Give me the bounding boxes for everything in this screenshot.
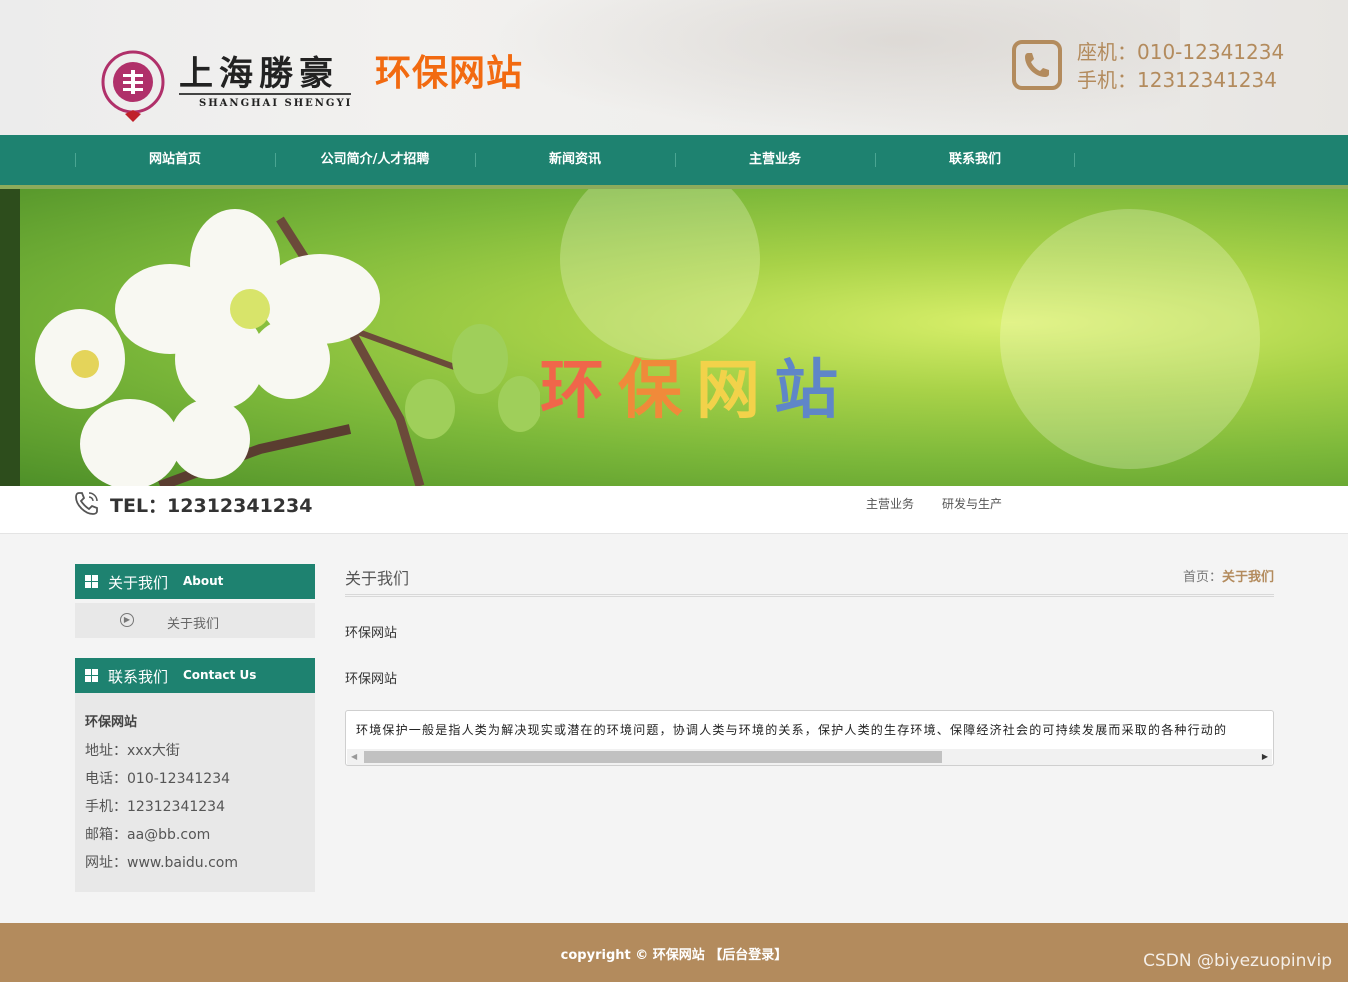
logo-english-text: SHANGHAI SHENGYI — [199, 98, 353, 109]
breadcrumb: 首页：关于我们 — [1183, 566, 1274, 585]
nav-item-contact[interactable]: 联系我们 — [875, 135, 1075, 185]
site-footer: copyright © 环保网站 【后台登录】 CSDN @biyezuopin… — [0, 923, 1348, 982]
page-title: 关于我们 — [345, 569, 410, 588]
logo-script-text: 上海勝豪 — [179, 54, 339, 94]
company-logo[interactable]: 上海勝豪 SHANGHAI SHENGYI — [95, 44, 355, 124]
banner-char: 站 — [774, 354, 852, 428]
phone-icon — [1012, 40, 1062, 90]
nav-item-home[interactable]: 网站首页 — [75, 135, 275, 185]
contact-email: 邮箱：aa@bb.com — [85, 827, 211, 843]
breadcrumb-current: 关于我们 — [1221, 570, 1274, 585]
scroll-left-icon[interactable]: ◀ — [351, 752, 357, 761]
header-background — [480, 0, 1180, 135]
hero-banner: 环保网站 — [0, 189, 1348, 486]
bokeh-light — [1000, 209, 1260, 469]
title-divider — [345, 594, 1274, 597]
nav-item-business[interactable]: 主营业务 — [675, 135, 875, 185]
sidebar-about-title: 关于我们 — [108, 574, 169, 592]
nav-item-news[interactable]: 新闻资讯 — [475, 135, 675, 185]
breadcrumb-home[interactable]: 首页： — [1183, 570, 1222, 585]
logo-seal-icon — [101, 50, 165, 122]
logo-divider — [179, 93, 351, 95]
sidebar-contact-box: 环保网站 地址：xxx大街 电话：010-12341234 手机：1231234… — [75, 693, 315, 892]
grid-icon — [85, 575, 98, 588]
sub-link-business[interactable]: 主营业务 — [866, 497, 914, 511]
content-paragraph: 环保网站 — [345, 626, 398, 641]
infobar-sub-links: 主营业务 研发与生产 — [866, 495, 1030, 512]
scrollable-text-box[interactable]: 环境保护一般是指人类为解决现实或潜在的环境问题，协调人类与环境的关系，保护人类的… — [345, 710, 1274, 766]
circle-arrow-icon: ▶ — [120, 613, 134, 627]
contact-phone: 电话：010-12341234 — [85, 771, 231, 787]
banner-char: 环 — [540, 354, 618, 428]
sidebar-item-label: 关于我们 — [167, 617, 220, 632]
scroll-right-icon[interactable]: ▶ — [1262, 752, 1268, 761]
horizontal-scrollbar[interactable]: ◀ ▶ — [347, 749, 1272, 765]
sub-link-rnd[interactable]: 研发与生产 — [942, 497, 1002, 511]
bokeh-light — [560, 189, 760, 359]
header-landline: 座机：010-12341234 — [1077, 40, 1285, 64]
nav-item-about-careers[interactable]: 公司简介/人才招聘 — [275, 135, 475, 185]
telephone-icon — [75, 492, 98, 515]
infobar-tel: TEL：12312341234 — [110, 495, 313, 517]
content-paragraph: 环保网站 — [345, 672, 398, 687]
blossom-flowers-image — [35, 209, 540, 486]
contact-mobile: 手机：12312341234 — [85, 799, 225, 815]
contact-website: 网址：www.baidu.com — [85, 855, 238, 871]
sidebar-about-header: 关于我们 About — [75, 564, 315, 599]
scroll-text: 环境保护一般是指人类为解决现实或潜在的环境问题，协调人类与环境的关系，保护人类的… — [356, 723, 1228, 737]
watermark: CSDN @biyezuopinvip — [1143, 951, 1332, 971]
site-title: 环保网站 — [375, 53, 524, 94]
sidebar-contact-header: 联系我们 Contact Us — [75, 658, 315, 693]
banner-title: 环保网站 — [540, 339, 852, 431]
contact-address: 地址：xxx大街 — [85, 743, 180, 759]
header-contact: 座机：010-12341234 手机：12312341234 — [1077, 38, 1284, 94]
banner-char: 保 — [618, 354, 696, 428]
sidebar-item-about[interactable]: ▶ 关于我们 — [75, 603, 315, 638]
banner-edge — [0, 189, 20, 486]
sidebar-about-title-en: About — [183, 574, 224, 588]
main-nav: 网站首页 公司简介/人才招聘 新闻资讯 主营业务 联系我们 — [0, 135, 1348, 185]
banner-char: 网 — [696, 354, 774, 428]
sidebar-contact-title: 联系我们 — [108, 668, 169, 686]
site-header: 上海勝豪 SHANGHAI SHENGYI 环保网站 座机：010-123412… — [0, 0, 1348, 135]
contact-name: 环保网站 — [85, 715, 138, 730]
sidebar-contact-title-en: Contact Us — [183, 668, 257, 682]
scrollbar-thumb[interactable] — [364, 751, 942, 763]
grid-icon — [85, 669, 98, 682]
header-mobile: 手机：12312341234 — [1077, 68, 1277, 92]
